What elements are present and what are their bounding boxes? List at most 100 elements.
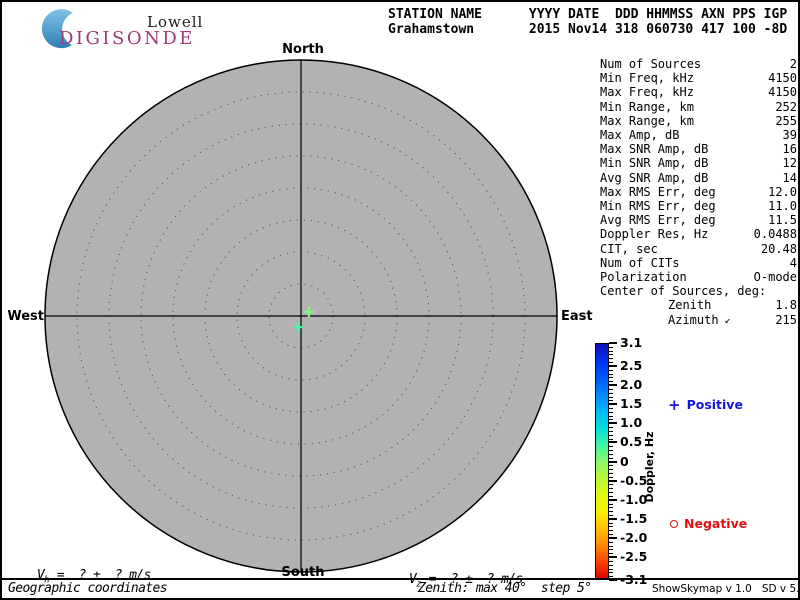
param-value: 11.5 [768, 213, 797, 228]
negative-marker-icon [670, 519, 678, 528]
param-label: Num of CITs [600, 255, 680, 270]
legend-positive-label: Positive [686, 397, 743, 412]
showskymap-window: Lowell DIGISONDE STATION NAME YYYY DATE … [0, 0, 800, 600]
positive-marker-icon: + [668, 395, 681, 414]
param-label: Zenith [668, 298, 712, 313]
colorbar-minor-tick [609, 381, 613, 383]
colorbar-tick-label: 0.5 [620, 434, 643, 450]
param-label: Min Freq, kHz [600, 71, 694, 86]
param-row: Center of Sources, deg: [600, 284, 797, 298]
colorbar-minor-tick [609, 427, 613, 429]
doppler-axis-label: Doppler, Hz [643, 431, 656, 503]
colorbar-minor-tick [609, 492, 613, 494]
colorbar-minor-tick [609, 377, 613, 379]
param-value: 252 [775, 99, 797, 114]
param-value: 2 [789, 57, 797, 71]
colorbar-major-tick [609, 342, 617, 344]
param-value: 12.0 [768, 184, 797, 199]
param-row: Zenith 1.8 [600, 298, 797, 312]
colorbar-tick-label: -2.5 [620, 548, 648, 564]
colorbar-minor-tick [609, 388, 613, 390]
colorbar-minor-tick [609, 534, 613, 536]
param-label: Min Range, km [600, 99, 694, 114]
colorbar-tick-label: -2.0 [620, 529, 648, 545]
colorbar-minor-tick [609, 476, 613, 478]
colorbar-minor-tick [609, 553, 613, 555]
param-row: Min Freq, kHz 4150 [600, 71, 797, 85]
colorbar-major-tick [609, 498, 617, 501]
header-line-values: Grahamstown 2015 Nov14 318 060730 417 10… [388, 22, 788, 37]
station-header: STATION NAME YYYY DATE DDD HHMMSS AXN PP… [388, 7, 787, 37]
colorbar-minor-tick [609, 545, 613, 547]
colorbar-minor-tick [609, 457, 613, 459]
colorbar-major-tick [609, 479, 617, 482]
param-label: CIT, sec [600, 241, 658, 256]
colorbar-major-tick [609, 441, 617, 444]
param-label: Avg RMS Err, deg [600, 213, 716, 228]
colorbar-minor-tick [609, 488, 613, 490]
param-value: 4 [789, 255, 797, 270]
colorbar-minor-tick [609, 495, 613, 497]
colorbar-minor-tick [609, 400, 613, 402]
colorbar-tick-label: 1.5 [620, 396, 643, 412]
param-label: Polarization [600, 270, 687, 285]
param-row: Min Range, km 252 [600, 100, 797, 114]
param-value: 14 [782, 170, 797, 185]
param-label: Min SNR Amp, dB [600, 156, 709, 171]
param-value: 215 [775, 312, 797, 327]
colorbar-minor-tick [609, 503, 613, 505]
colorbar-tick-label: 3.1 [620, 334, 643, 350]
param-row: Avg SNR Amp, dB 14 [600, 171, 797, 185]
param-label: Min RMS Err, deg [600, 199, 716, 214]
colorbar-minor-tick [609, 415, 613, 417]
logo-digisonde: DIGISONDE [59, 28, 195, 49]
colorbar-minor-tick [609, 560, 613, 562]
compass-west-label: West [7, 309, 44, 324]
param-row: Polarization O-mode [600, 270, 797, 284]
colorbar-major-tick [609, 403, 617, 406]
colorbar-minor-tick [609, 434, 613, 436]
param-label: Center of Sources, deg: [600, 284, 767, 299]
azimuth-arrow-icon: ↙ [718, 314, 731, 326]
param-value: 20.48 [760, 241, 797, 256]
doppler-colorbar: 3.12.52.01.51.00.50-0.5-1.0-1.5-2.0-2.5-… [595, 335, 798, 587]
param-row: Avg RMS Err, deg 11.5 [600, 213, 797, 227]
colorbar-minor-tick [609, 362, 613, 364]
colorbar-tick-label: 1.0 [620, 415, 643, 431]
param-row: Max Freq, kHz 4150 [600, 85, 797, 99]
param-label: Max Freq, kHz [600, 85, 694, 100]
param-row: Num of CITs 4 [600, 256, 797, 270]
colorbar-minor-tick [609, 358, 613, 360]
colorbar-tick-label: -1.5 [620, 510, 648, 526]
colorbar-major-tick [609, 460, 617, 463]
param-row: Azimuth ↙ 215 [600, 313, 797, 329]
param-value: 39 [782, 128, 797, 143]
colorbar-major-tick [609, 384, 617, 387]
param-label: Max Range, km [600, 113, 694, 128]
colorbar-minor-tick [609, 526, 613, 528]
colorbar-minor-tick [609, 484, 613, 486]
colorbar-tick-label: 0 [620, 453, 629, 469]
param-row: Num of Sources 2 [600, 57, 797, 71]
colorbar-minor-tick [609, 515, 613, 517]
param-row: Max RMS Err, deg 12.0 [600, 185, 797, 199]
param-row: Max Amp, dB 39 [600, 128, 797, 142]
colorbar-minor-tick [609, 438, 613, 440]
colorbar-gradient [595, 343, 609, 580]
colorbar-minor-tick [609, 511, 613, 513]
zenith-note: Zenith: max 40° step 5° [418, 581, 592, 596]
colorbar-minor-tick [609, 564, 613, 566]
colorbar-minor-tick [609, 507, 613, 509]
coords-note: Geographic coordinates [8, 581, 168, 596]
legend-positive: + Positive [668, 397, 743, 412]
colorbar-minor-tick [609, 549, 613, 551]
param-label: Max SNR Amp, dB [600, 142, 709, 157]
colorbar-minor-tick [609, 530, 613, 532]
skymap-source-point [303, 306, 314, 317]
param-value: 255 [775, 113, 797, 128]
skymap-source-point [293, 322, 304, 333]
version-note: ShowSkymap v 1.0 SD v 5.1 [652, 583, 800, 595]
colorbar-minor-tick [609, 396, 613, 398]
colorbar-minor-tick [609, 430, 613, 432]
param-label: Max RMS Err, deg [600, 184, 716, 199]
